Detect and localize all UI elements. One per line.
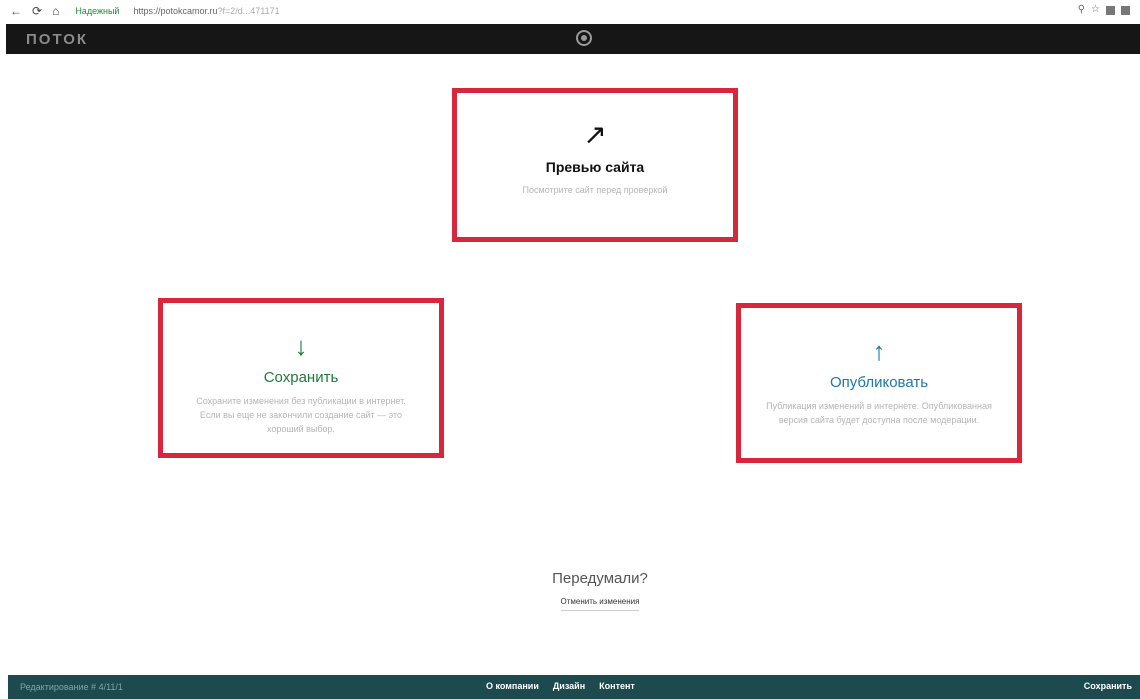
url-path: ?f=2/d...471171 (217, 6, 280, 16)
save-card[interactable]: ↓ Сохранить Сохраните изменения без публ… (158, 298, 444, 458)
arrow-up-right-icon: ↗ (583, 119, 607, 150)
save-description: Сохраните изменения без публикации в инт… (196, 396, 406, 434)
bottom-nav: О компании Дизайн Контент (486, 681, 635, 691)
download-arrow-icon: ↓ (294, 331, 308, 361)
search-icon[interactable]: ⚲ (1078, 4, 1085, 15)
menu-icon[interactable] (1121, 6, 1130, 15)
logo[interactable]: ПОТОК (26, 31, 88, 48)
reload-icon[interactable]: ⟳ (32, 4, 42, 18)
address-bar[interactable]: https://potokcamor.ru?f=2/d...471171 (133, 6, 279, 16)
save-button[interactable]: Сохранить (1084, 681, 1132, 691)
changed-mind-section: Передумали? Отменить изменения (470, 570, 730, 611)
preview-description: Посмотрите сайт перед проверкой (522, 185, 668, 195)
preview-site-card[interactable]: ↗ Превью сайта Посмотрите сайт перед про… (452, 88, 738, 242)
app-header: ПОТОК (6, 24, 1140, 54)
nav-link-company[interactable]: О компании (486, 681, 539, 691)
bottom-bar: Редактирование # 4/11/1 О компании Дизай… (8, 675, 1140, 699)
save-title: Сохранить (263, 369, 339, 386)
star-icon[interactable]: ☆ (1091, 4, 1100, 15)
preview-title: Превью сайта (545, 159, 645, 175)
secure-label: Надежный (75, 6, 120, 16)
publish-title: Опубликовать (829, 374, 929, 391)
revert-changes-link[interactable]: Отменить изменения (560, 597, 640, 611)
extension-icon[interactable] (1106, 6, 1115, 15)
changed-mind-question: Передумали? (552, 570, 648, 587)
url-host: https://potokcamor.ru (133, 6, 218, 16)
browser-toolbar: ← ⟳ ⌂ Надежный https://potokcamor.ru?f=2… (0, 0, 1140, 22)
record-icon[interactable] (576, 30, 592, 46)
publish-card[interactable]: ↑ Опубликовать Публикация изменений в ин… (736, 303, 1022, 463)
nav-link-content[interactable]: Контент (599, 681, 635, 691)
publish-description: Публикация изменений в интернете. Опубли… (766, 401, 992, 425)
home-icon[interactable]: ⌂ (52, 4, 59, 18)
upload-arrow-icon: ↑ (872, 336, 886, 366)
nav-link-design[interactable]: Дизайн (553, 681, 585, 691)
edit-status: Редактирование # 4/11/1 (20, 682, 123, 692)
back-arrow-icon[interactable]: ← (10, 4, 22, 18)
